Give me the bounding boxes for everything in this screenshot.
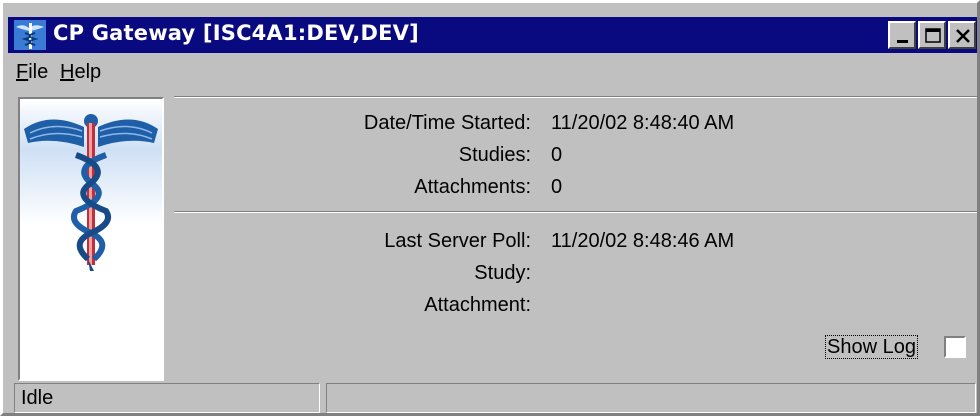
attachment-label: Attachment:	[424, 294, 531, 316]
menu-bar: File Help	[8, 59, 977, 89]
maximize-icon	[925, 28, 941, 43]
menu-help-mnemonic: H	[60, 61, 75, 83]
date-time-started-value: 11/20/02 8:48:40 AM	[551, 112, 735, 134]
middle-separator	[174, 211, 977, 213]
caduceus-icon	[20, 99, 162, 379]
window-title: CP Gateway [ISC4A1:DEV,DEV]	[53, 21, 419, 45]
attachments-label: Attachments:	[414, 176, 531, 198]
maximize-button[interactable]	[918, 21, 946, 49]
status-secondary-pane	[326, 383, 976, 413]
studies-label: Studies:	[458, 144, 531, 166]
close-button[interactable]	[948, 21, 976, 49]
date-time-started-label: Date/Time Started:	[363, 112, 531, 134]
show-log-checkbox[interactable]	[944, 336, 966, 358]
status-bar: Idle	[8, 383, 977, 413]
minimize-button[interactable]	[888, 21, 916, 49]
menu-help[interactable]: Help	[60, 61, 101, 84]
close-icon	[956, 29, 970, 43]
menu-file-mnemonic: F	[16, 61, 29, 83]
menu-file[interactable]: File	[16, 61, 48, 84]
logo-panel	[18, 97, 164, 381]
last-server-poll-value: 11/20/02 8:48:46 AM	[551, 230, 735, 252]
minimize-icon	[897, 40, 908, 43]
title-bar[interactable]: CP Gateway [ISC4A1:DEV,DEV]	[8, 17, 977, 53]
attachments-value: 0	[551, 176, 563, 198]
caduceus-icon[interactable]	[14, 20, 46, 50]
show-log-label[interactable]: Show Log	[825, 335, 918, 359]
main-window: CP Gateway [ISC4A1:DEV,DEV] File Help Da…	[0, 0, 980, 416]
last-server-poll-label: Last Server Poll:	[384, 230, 531, 252]
study-label: Study:	[474, 262, 531, 284]
studies-value: 0	[551, 144, 563, 166]
top-separator	[174, 96, 977, 98]
status-text: Idle	[14, 383, 320, 413]
